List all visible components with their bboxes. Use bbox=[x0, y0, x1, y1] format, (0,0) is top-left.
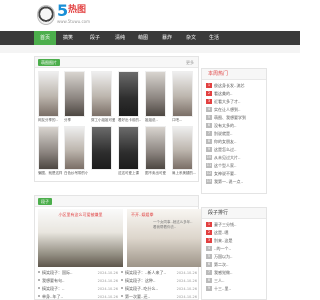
hot-item[interactable]: 11 这个型人家.. bbox=[206, 162, 261, 170]
joke-feature-caption[interactable]: 小区里有这么可爱被嫌里 bbox=[38, 212, 123, 218]
nav-item-funny[interactable]: 搞笑 bbox=[57, 31, 79, 45]
hot-item[interactable]: 6 没有太多的.. bbox=[206, 122, 261, 130]
gallery-thumb[interactable] bbox=[118, 126, 139, 170]
hot-item[interactable]: 10 从未见过大片.. bbox=[206, 154, 261, 162]
nav-item-jokes[interactable]: 段子 bbox=[84, 31, 106, 45]
joke-row[interactable]: 搞笑段子：.. 2024-10-26 bbox=[38, 285, 118, 293]
hot-item[interactable]: 13 我第一..说一点.. bbox=[206, 178, 261, 186]
joke-row[interactable]: 第一次要..还.. 2024-10-26 bbox=[121, 293, 197, 300]
gallery-thumb[interactable] bbox=[145, 71, 166, 117]
gallery-thumb[interactable] bbox=[172, 126, 193, 170]
joke-row[interactable]: 我想要有句.. 2024-10-26 bbox=[38, 277, 118, 285]
main-nav: 首页 搞笑 段子 清纯 萌图 暴炸 杂文 生活 bbox=[0, 31, 300, 45]
gallery-more-link[interactable]: 更多 bbox=[186, 59, 194, 66]
gallery-thumb[interactable] bbox=[91, 71, 112, 117]
gallery-thumb[interactable] bbox=[64, 126, 85, 170]
gallery-thumb[interactable] bbox=[118, 71, 139, 117]
gallery-thumb[interactable] bbox=[64, 71, 85, 117]
nav-item-explosive[interactable]: 暴炸 bbox=[156, 31, 178, 45]
site-header: 5 热图 www.5tuwu.com bbox=[0, 0, 300, 31]
gallery-thumb[interactable] bbox=[91, 126, 112, 170]
logo-url: www.5tuwu.com bbox=[57, 19, 90, 24]
logo-text[interactable]: 热图 bbox=[68, 4, 86, 16]
gallery-header: 萌图图片 更多 bbox=[35, 57, 198, 68]
hot-title: 本周热门 bbox=[208, 71, 229, 77]
ranking-item[interactable]: 8 三人.. bbox=[206, 277, 261, 285]
ranking-item[interactable]: 2 这是..嗯 bbox=[206, 229, 261, 237]
jokes-header: 段子 bbox=[35, 196, 198, 207]
nav-item-home[interactable]: 首页 bbox=[34, 31, 56, 45]
joke-row[interactable]: 单身..年了.. 2024-10-26 bbox=[38, 293, 118, 300]
nav-item-pure[interactable]: 清纯 bbox=[109, 31, 131, 45]
joke-feature-text: 一个女同事..她这么多年.. 看我帮着你去.. bbox=[153, 220, 193, 229]
hot-item[interactable]: 3 近看大多了才.. bbox=[206, 98, 261, 106]
ranking-item[interactable]: 6 第二次.. bbox=[206, 261, 261, 269]
spacer bbox=[0, 45, 300, 53]
hot-item[interactable]: 2 看这美的.. bbox=[206, 90, 261, 98]
joke-row[interactable]: 搞笑段子：这种.. 2024-10-26 bbox=[121, 277, 197, 285]
gallery-caption[interactable]: 口吧... bbox=[172, 118, 196, 123]
gallery-caption[interactable]: 看好出卡前的.. bbox=[118, 118, 142, 123]
ranking-item[interactable]: 1 妻子三分钱.. bbox=[206, 221, 261, 229]
ranking-item[interactable]: 4 ..的一个.. bbox=[206, 245, 261, 253]
jokes-title[interactable]: 段子 bbox=[38, 198, 52, 205]
ranking-item[interactable]: 7 我感觉做.. bbox=[206, 269, 261, 277]
logo-number[interactable]: 5 bbox=[57, 2, 68, 20]
hot-item[interactable]: 8 你的女朋友.. bbox=[206, 138, 261, 146]
gallery-caption[interactable]: 白色纱吊带的小姐姐 bbox=[64, 171, 88, 176]
gallery-caption[interactable]: 这这可爱上课 bbox=[118, 171, 142, 176]
joke-row[interactable]: 搞笑段子：国际.. 2024-10-26 bbox=[38, 269, 118, 277]
gallery-thumb[interactable] bbox=[145, 126, 166, 170]
gallery-panel: 萌图图片 更多 网友分享的.. 分享 穿工小姐姐可爱了 看好出卡前的.. 姐姐说… bbox=[34, 56, 199, 182]
hot-item[interactable]: 1 俊这身长发..流芯 bbox=[206, 82, 261, 90]
nav-item-life[interactable]: 生活 bbox=[203, 31, 225, 45]
gallery-caption[interactable]: 穿工小姐姐可爱了 bbox=[91, 118, 115, 123]
ranking-item[interactable]: 9 十三..里.. bbox=[206, 285, 261, 293]
joke-row[interactable]: 搞笑段子..吃什么.. 2024-10-26 bbox=[121, 285, 197, 293]
hot-item[interactable]: 5 萌图、我想要学到 bbox=[206, 114, 261, 122]
jokes-panel: 段子 小区里有这么可爱被嫌里 不开..娱姐拳 一个女同事..她这么多年.. 看我… bbox=[34, 195, 212, 300]
gallery-title[interactable]: 萌图图片 bbox=[38, 59, 60, 66]
logo-mascot-icon[interactable] bbox=[37, 5, 55, 25]
hot-item[interactable]: 9 这是怎么过.. bbox=[206, 146, 261, 154]
joke-row[interactable]: 搞笑段子：..新人来了.. 2024-10-26 bbox=[121, 269, 197, 277]
ranking-header: 段子排行 bbox=[202, 208, 266, 219]
hot-header: 本周热门 bbox=[202, 69, 266, 80]
nav-item-misc[interactable]: 杂文 bbox=[180, 31, 202, 45]
gallery-caption[interactable]: 分享 bbox=[64, 118, 88, 123]
gallery-thumb[interactable] bbox=[38, 71, 59, 117]
hot-item[interactable]: 4 实在让人想到.. bbox=[206, 106, 261, 114]
hot-item[interactable]: 12 女神说不要.. bbox=[206, 170, 261, 178]
gallery-caption[interactable]: 姐姐说.. bbox=[145, 118, 169, 123]
gallery-caption[interactable]: 图不卖出可爱 bbox=[145, 171, 169, 176]
ranking-panel: 段子排行 1 妻子三分钱.. 2 这是..嗯 3 别来..这是 4 ..的一个.. 5万… bbox=[201, 207, 267, 300]
gallery-thumb[interactable] bbox=[38, 126, 59, 170]
hot-panel: 本周热门 1 俊这身长发..流芯 2 看这美的.. 3 近看大多了才.. 4 实在让人想… bbox=[201, 68, 267, 194]
gallery-caption[interactable]: 骗图、就是这样 bbox=[38, 171, 62, 176]
gallery-thumb[interactable] bbox=[172, 71, 193, 117]
gallery-caption[interactable]: 肩上系美腿的... bbox=[172, 171, 196, 176]
joke-feature-caption[interactable]: 不开..娱姐拳 bbox=[127, 212, 197, 218]
hot-item[interactable]: 7 别说就是.. bbox=[206, 130, 261, 138]
ranking-item[interactable]: 3 别来..这是 bbox=[206, 237, 261, 245]
nav-item-cute[interactable]: 萌图 bbox=[132, 31, 154, 45]
ranking-title: 段子排行 bbox=[208, 210, 229, 216]
gallery-caption[interactable]: 网友分享的.. bbox=[38, 118, 62, 123]
ranking-item[interactable]: 5 万国以为.. bbox=[206, 253, 261, 261]
